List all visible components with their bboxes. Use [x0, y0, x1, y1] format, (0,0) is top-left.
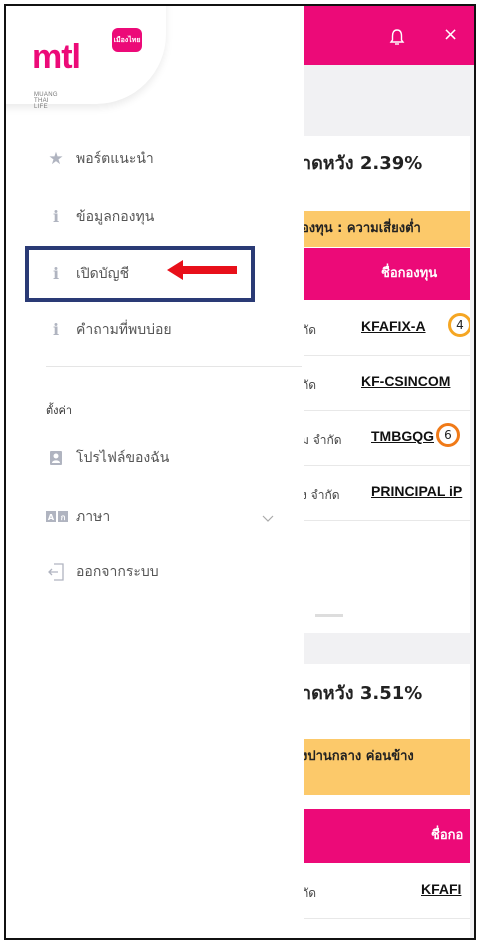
risk-level-badge: 4 — [448, 313, 470, 337]
menu-divider — [46, 366, 302, 367]
card-title: าดหวัง 2.39% — [301, 153, 423, 174]
side-drawer: mtl เมืองไทย MUANG THAI LIFE ★ พอร์ตแนะน… — [6, 6, 304, 938]
info-icon: i — [52, 207, 60, 226]
settings-heading: ตั้งค่า — [46, 404, 73, 417]
risk-band: งปานกลาง ค่อนข้าง — [301, 739, 470, 795]
chevron-down-icon[interactable] — [262, 515, 274, 523]
table-header: ชื่อกอ — [301, 809, 470, 863]
logo-background — [6, 6, 166, 104]
portfolio-card: าดหวัง 3.51% งปานกลาง ค่อนข้าง ชื่อกอ กั… — [301, 664, 470, 938]
fund-code-link[interactable]: KF-CSINCOM — [361, 373, 450, 389]
close-icon[interactable]: × — [443, 26, 458, 44]
fund-code-link[interactable]: KFAFIX-A — [361, 318, 426, 334]
risk-level-badge: 6 — [436, 423, 460, 447]
menu-item-label: ภาษา — [76, 509, 111, 525]
table-row[interactable]: ม จำกัด TMBGQG 6 — [301, 411, 470, 466]
scroll-indicator — [315, 614, 343, 617]
menu-item-label: พอร์ตแนะนำ — [76, 151, 154, 167]
risk-band: องทุน : ความเสี่ยงต่ำ — [301, 211, 470, 247]
arrow-left-icon — [167, 260, 237, 280]
svg-text:ก: ก — [61, 513, 66, 522]
company-name: ม จำกัด — [301, 433, 342, 447]
profile-icon — [46, 449, 66, 470]
menu-item-label: คำถามที่พบบ่อย — [76, 322, 172, 338]
table-header: ชื่อกองทุน — [301, 248, 470, 300]
menu-item-label: ข้อมูลกองทุน — [76, 209, 155, 225]
fund-code-link[interactable]: KFAFI — [421, 881, 461, 897]
table-row[interactable]: กัด KFAFI — [301, 864, 470, 919]
card-title: าดหวัง 3.51% — [301, 683, 423, 704]
fund-code-link[interactable]: TMBGQG — [371, 428, 434, 444]
bell-icon[interactable] — [389, 28, 405, 46]
logout-icon — [46, 563, 66, 585]
company-name: ง จำกัด — [301, 488, 340, 502]
menu-item-label: โปรไฟล์ของฉัน — [76, 450, 170, 466]
info-icon: i — [52, 320, 60, 339]
language-icon: Aก — [46, 508, 68, 527]
star-icon: ★ — [48, 149, 64, 169]
table-row[interactable]: กัด KF-CSINCOM — [301, 356, 470, 411]
logo-text: mtl — [32, 38, 81, 76]
svg-text:A: A — [48, 513, 55, 522]
logo-subtitle: MUANG THAI LIFE — [34, 92, 58, 110]
portfolio-card: าดหวัง 2.39% องทุน : ความเสี่ยงต่ำ ชื่อก… — [301, 136, 470, 633]
table-row[interactable]: ง จำกัด PRINCIPAL iP — [301, 466, 470, 521]
logo-badge: เมืองไทย — [112, 28, 142, 52]
menu-item-label: ออกจากระบบ — [76, 564, 159, 580]
fund-code-link[interactable]: PRINCIPAL iP — [371, 483, 462, 499]
screenshot-frame: × าดหวัง 2.39% องทุน : ความเสี่ยงต่ำ ชื่… — [4, 4, 476, 940]
table-row[interactable]: กัด KFAFIX-A 4 — [301, 301, 470, 356]
